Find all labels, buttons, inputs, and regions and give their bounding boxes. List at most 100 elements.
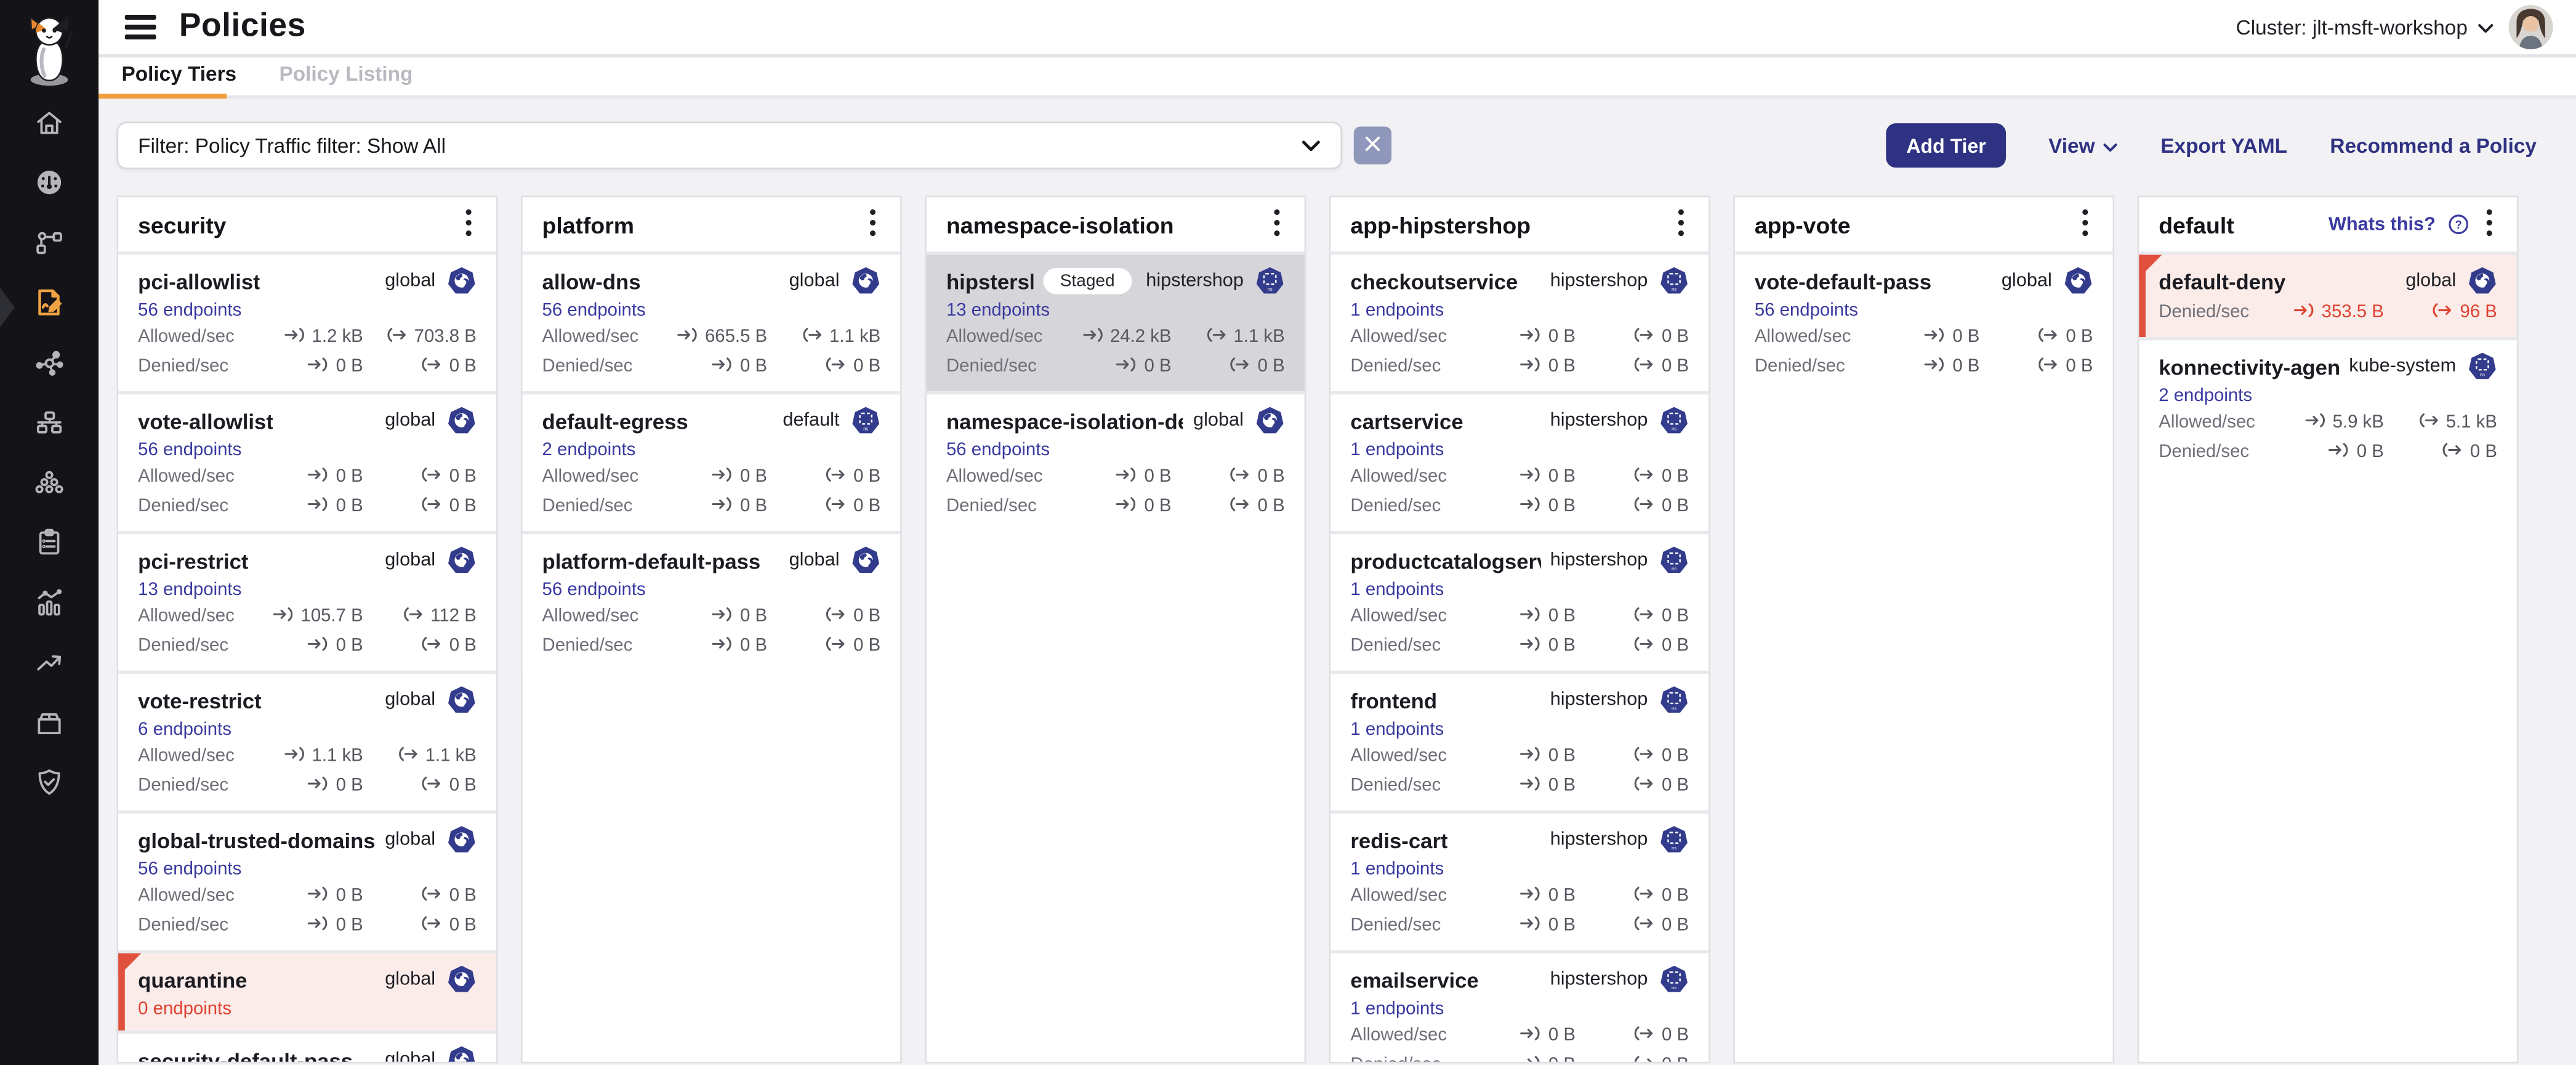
allowed-per-sec-row: Allowed/sec0 B0 B <box>1350 607 1689 630</box>
policy-filter-select[interactable]: Filter: Policy Traffic filter: Show All <box>116 121 1342 169</box>
policy-card[interactable]: global-trusted-domainsglobal56 endpoints… <box>118 811 496 950</box>
denied-label: Denied/sec <box>1350 636 1441 658</box>
globe-icon <box>447 266 477 296</box>
policy-card[interactable]: default-egressdefaultns2 endpointsAllowe… <box>523 391 901 531</box>
top-bar: Policies Cluster: jlt-msft-workshop <box>99 0 2576 57</box>
endpoints-link[interactable]: 2 endpoints <box>2159 386 2252 406</box>
sidebar-item-packages[interactable] <box>0 697 99 756</box>
denied-label: Denied/sec <box>2159 442 2249 464</box>
tier-header: platform <box>523 197 901 251</box>
ingress-arrow-icon <box>1116 467 1138 490</box>
denied-egress-value: 0 B <box>853 636 880 658</box>
reports-icon <box>33 586 65 628</box>
policy-card[interactable]: frontendhipstershopns1 endpointsAllowed/… <box>1330 671 1709 811</box>
recommend-policy-button[interactable]: Recommend a Policy <box>2330 134 2537 156</box>
policy-card[interactable]: pci-allowlistglobal56 endpointsAllowed/s… <box>118 251 496 391</box>
calico-cat-logo[interactable] <box>18 8 80 90</box>
tier-menu-button[interactable] <box>1268 204 1285 244</box>
endpoints-link[interactable]: 1 endpoints <box>1350 301 1444 320</box>
allowed-egress-value: 0 B <box>853 467 880 489</box>
policy-card[interactable]: allow-dnsglobal56 endpointsAllowed/sec66… <box>523 251 901 391</box>
policy-card[interactable]: hipstershop-gh…Stagedhipstershopns13 end… <box>927 251 1305 391</box>
export-yaml-button[interactable]: Export YAML <box>2160 134 2287 156</box>
policy-card[interactable]: cartservicehipstershopns1 endpointsAllow… <box>1330 391 1709 531</box>
clear-filter-button[interactable] <box>1354 126 1391 164</box>
dashboard-icon <box>33 166 65 208</box>
cluster-selector[interactable]: Cluster: jlt-msft-workshop <box>2236 15 2494 38</box>
sidebar-item-threat-defense[interactable] <box>0 757 99 817</box>
kebab-menu-icon <box>868 208 875 241</box>
allowed-label: Allowed/sec <box>1350 747 1447 769</box>
policy-card[interactable]: redis-carthipstershopns1 endpointsAllowe… <box>1330 811 1709 950</box>
tab-policy-listing[interactable]: Policy Listing <box>279 62 413 95</box>
policy-card[interactable]: platform-default-passglobal56 endpointsA… <box>523 531 901 671</box>
policy-card[interactable]: security-default-passglobal <box>118 1031 496 1062</box>
policy-card[interactable]: vote-allowlistglobal56 endpointsAllowed/… <box>118 391 496 531</box>
sidebar-item-trends[interactable] <box>0 637 99 697</box>
policy-card[interactable]: checkoutservicehipstershopns1 endpointsA… <box>1330 251 1709 391</box>
denied-egress-value: 0 B <box>1662 357 1689 379</box>
endpoints-link[interactable]: 56 endpoints <box>542 301 646 320</box>
policy-card[interactable]: konnectivity-agentkube-systemns2 endpoin… <box>2139 337 2517 477</box>
endpoints-link[interactable]: 13 endpoints <box>946 301 1050 320</box>
endpoints-link[interactable]: 56 endpoints <box>1755 301 1858 320</box>
endpoints-link[interactable]: 1 endpoints <box>1350 860 1444 880</box>
denied-ingress-value: 0 B <box>336 636 363 658</box>
endpoints-link[interactable]: 56 endpoints <box>138 860 241 880</box>
scope-label: global <box>385 1050 435 1062</box>
tier-menu-button[interactable] <box>459 204 477 244</box>
tab-policy-tiers[interactable]: Policy Tiers <box>121 62 236 95</box>
sidebar-item-home[interactable] <box>0 97 99 156</box>
sidebar-item-dashboard[interactable] <box>0 157 99 217</box>
user-avatar[interactable] <box>2509 5 2553 49</box>
tier-menu-button[interactable] <box>1672 204 1689 244</box>
sidebar-item-clusters[interactable] <box>0 457 99 517</box>
ingress-arrow-icon <box>1521 467 1542 490</box>
endpoints-link[interactable]: 2 endpoints <box>542 440 636 460</box>
endpoints-link[interactable]: 56 endpoints <box>946 440 1050 460</box>
whats-this-link[interactable]: Whats this? <box>2328 214 2436 234</box>
allowed-ingress-value: 1.2 kB <box>312 328 363 350</box>
tier-card-list: hipstershop-gh…Stagedhipstershopns13 end… <box>927 251 1305 1062</box>
kebab-menu-icon <box>464 208 472 241</box>
sidebar-item-service-graph[interactable] <box>0 337 99 397</box>
allowed-label: Allowed/sec <box>1350 607 1447 629</box>
policy-name: pci-allowlist <box>138 269 260 293</box>
hamburger-menu-icon[interactable] <box>121 12 159 43</box>
policy-card[interactable]: pci-restrictglobal13 endpointsAllowed/se… <box>118 531 496 671</box>
endpoints-link[interactable]: 0 endpoints <box>138 999 231 1019</box>
policy-card[interactable]: quarantineglobal0 endpoints <box>118 950 496 1031</box>
policy-card[interactable]: emailservicehipstershopns1 endpointsAllo… <box>1330 950 1709 1061</box>
sidebar-item-network-sets[interactable] <box>0 397 99 456</box>
view-menu-button[interactable]: View <box>2048 134 2118 156</box>
endpoints-link[interactable]: 1 endpoints <box>1350 440 1444 460</box>
sidebar-item-policies[interactable] <box>0 277 99 337</box>
policy-card[interactable]: productcatalogservicehipstershopns1 endp… <box>1330 531 1709 671</box>
endpoints-link[interactable]: 56 endpoints <box>138 440 241 460</box>
add-tier-button[interactable]: Add Tier <box>1886 123 2005 168</box>
endpoints-link[interactable]: 1 endpoints <box>1350 720 1444 740</box>
policy-card[interactable]: vote-restrictglobal6 endpointsAllowed/se… <box>118 671 496 811</box>
endpoints-link[interactable]: 1 endpoints <box>1350 999 1444 1019</box>
endpoints-link[interactable]: 6 endpoints <box>138 720 231 740</box>
sidebar-item-compliance[interactable] <box>0 517 99 577</box>
endpoints-link[interactable]: 13 endpoints <box>138 580 241 600</box>
policy-card[interactable]: namespace-isolation-default-p…global56 e… <box>927 391 1305 531</box>
denied-label: Denied/sec <box>1350 776 1441 798</box>
denied-per-sec-row: Denied/sec0 B0 B <box>542 496 881 519</box>
endpoints-link[interactable]: 1 endpoints <box>1350 580 1444 600</box>
policy-card[interactable]: default-denyglobalDenied/sec353.5 B96 B <box>2139 251 2517 337</box>
sidebar-item-flow-visualizations[interactable] <box>0 217 99 277</box>
tier-menu-button[interactable] <box>2075 204 2093 244</box>
policy-card[interactable]: vote-default-passglobal56 endpointsAllow… <box>1735 251 2113 391</box>
scope-label: global <box>789 271 840 291</box>
sidebar-item-reports[interactable] <box>0 577 99 637</box>
tier-menu-button[interactable] <box>863 204 880 244</box>
clusters-icon <box>33 466 65 508</box>
endpoints-link[interactable]: 56 endpoints <box>542 580 646 600</box>
ingress-arrow-icon <box>273 607 294 630</box>
tier-menu-button[interactable] <box>2480 204 2497 244</box>
question-icon[interactable]: ? <box>2447 214 2469 235</box>
endpoints-link[interactable]: 56 endpoints <box>138 301 241 320</box>
namespace-icon: ns <box>1659 266 1689 296</box>
